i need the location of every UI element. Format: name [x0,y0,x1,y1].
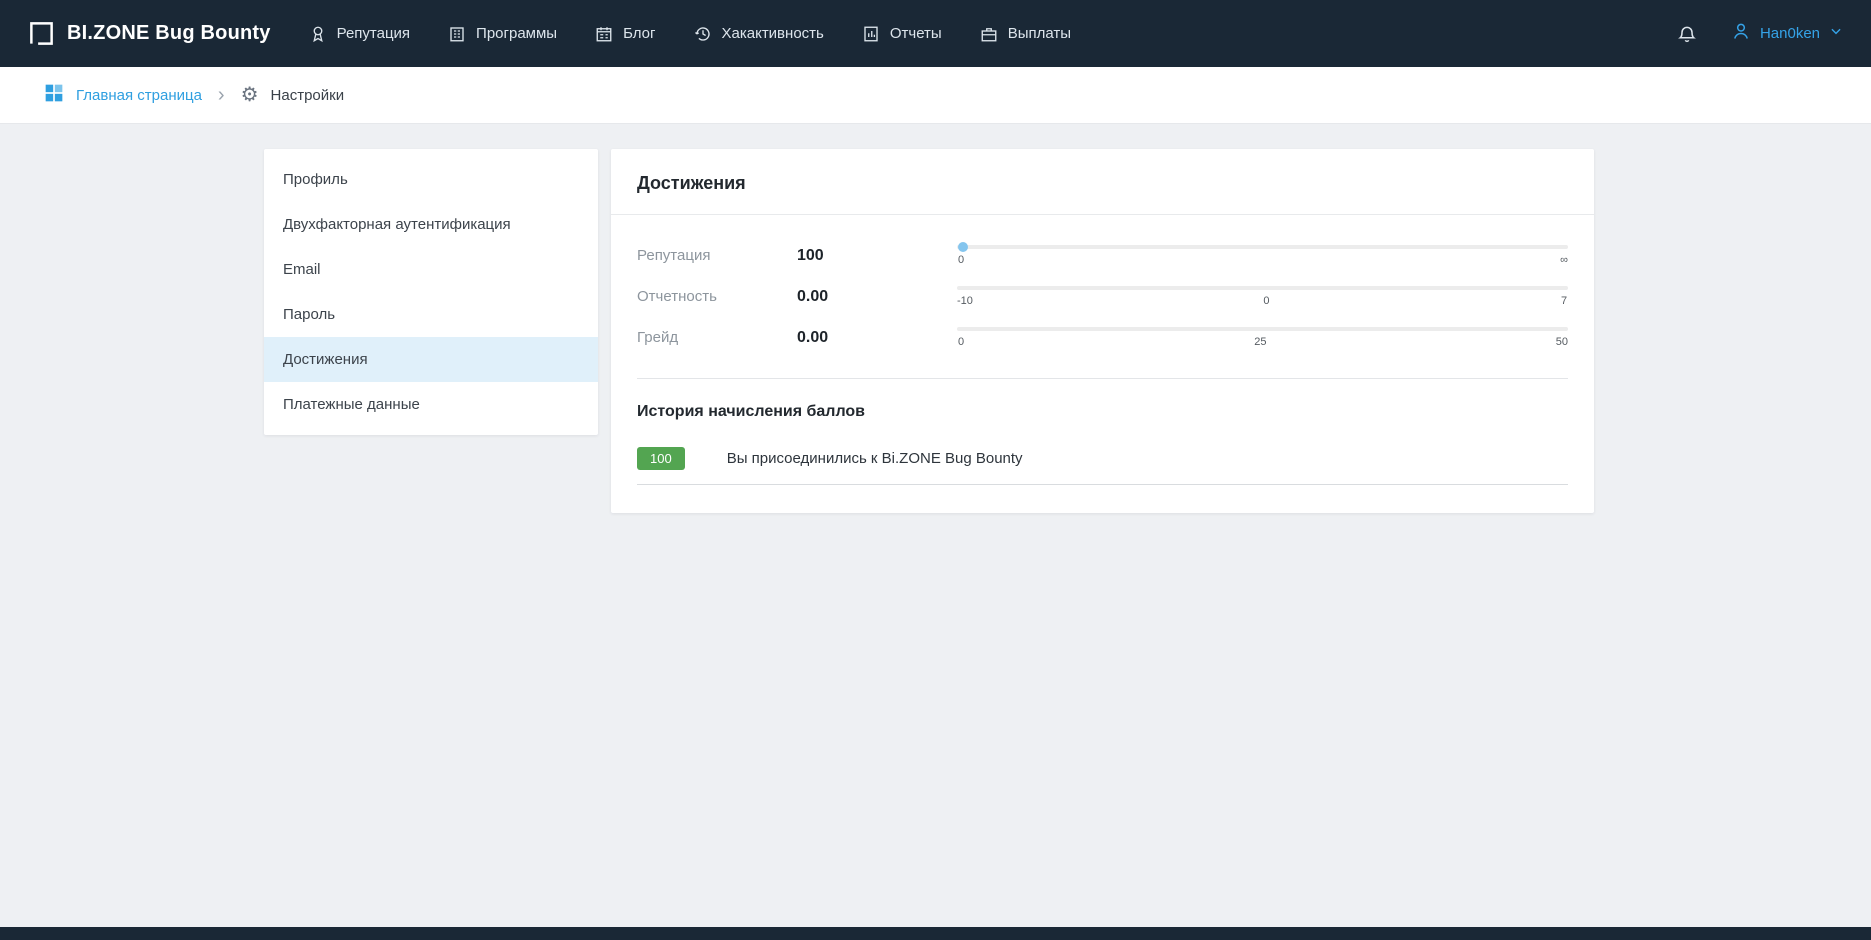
metric-value: 0.00 [797,329,917,347]
username: Han0ken [1760,25,1820,42]
top-nav: BI.ZONE Bug Bounty Репутация Программы [0,0,1871,67]
metric-label: Грейд [637,329,797,346]
main-nav: Репутация Программы Блог [309,25,1071,43]
blog-icon [595,25,613,43]
notifications-bell-icon[interactable] [1677,24,1697,44]
nav-label: Хакактивность [722,25,824,42]
history-entry-text: Вы присоединились к Bi.ZONE Bug Bounty [727,450,1023,467]
scale-max: ∞ [1560,254,1568,266]
breadcrumb-current: ⚙ Настройки [241,85,345,105]
logo[interactable]: BI.ZONE Bug Bounty [28,20,271,47]
breadcrumb-home[interactable]: Главная страница [44,83,202,108]
nav-hackactivity[interactable]: Хакактивность [694,25,824,43]
scale-min: -10 [957,295,973,307]
metric-row-reporting: Отчетность 0.00 -10 0 7 [637,286,1568,307]
payouts-icon [980,25,998,43]
grade-slider: 0 25 50 [917,327,1568,348]
breadcrumb: Главная страница › ⚙ Настройки [0,67,1871,124]
scale-max: 7 [1560,295,1568,307]
history-section: История начисления баллов 100 Вы присоед… [611,379,1594,485]
sidebar-item-password[interactable]: Пароль [264,292,598,337]
home-grid-icon [44,83,64,108]
slider-scale: 0 25 50 [957,336,1568,348]
sidebar-item-email[interactable]: Email [264,247,598,292]
slider-track [957,286,1568,290]
nav-blog[interactable]: Блог [595,25,655,43]
metric-value: 100 [797,247,917,265]
nav-label: Репутация [337,25,410,42]
scale-max: 50 [1556,336,1568,348]
programs-icon [448,25,466,43]
logo-text: BI.ZONE Bug Bounty [67,22,271,45]
scale-min: 0 [957,336,965,348]
breadcrumb-home-label: Главная страница [76,87,202,104]
user-icon [1731,21,1751,46]
main-content: Профиль Двухфакторная аутентификация Ema… [264,149,1871,513]
slider-scale: -10 0 7 [957,295,1568,307]
panel-title: Достижения [611,149,1594,214]
sidebar-item-achievements[interactable]: Достижения [264,337,598,382]
reputation-icon [309,25,327,43]
gear-icon: ⚙ [241,85,259,105]
metrics-section: Репутация 100 0 ∞ Отчетность 0.00 [611,215,1594,374]
reputation-slider: 0 ∞ [917,245,1568,266]
history-row: 100 Вы присоединились к Bi.ZONE Bug Boun… [637,447,1568,485]
reports-icon [862,25,880,43]
settings-sidebar: Профиль Двухфакторная аутентификация Ema… [264,149,598,435]
metric-label: Репутация [637,247,797,264]
bizone-logo-icon [28,20,55,47]
scale-min: 0 [957,254,965,266]
nav-label: Отчеты [890,25,942,42]
chevron-down-icon [1829,24,1843,43]
metric-row-grade: Грейд 0.00 0 25 50 [637,327,1568,348]
nav-label: Программы [476,25,557,42]
achievements-panel: Достижения Репутация 100 0 ∞ О [611,149,1594,513]
hackactivity-icon [694,25,712,43]
nav-programs[interactable]: Программы [448,25,557,43]
nav-label: Выплаты [1008,25,1071,42]
reporting-slider: -10 0 7 [917,286,1568,307]
history-title: История начисления баллов [637,403,1568,421]
slider-marker [958,242,968,252]
points-badge: 100 [637,447,685,470]
slider-track [957,245,1568,249]
nav-right: Han0ken [1677,21,1843,46]
scale-mid [1259,254,1267,266]
sidebar-item-profile[interactable]: Профиль [264,157,598,202]
scale-mid: 0 [1262,295,1270,307]
metric-label: Отчетность [637,288,797,305]
sidebar-item-2fa[interactable]: Двухфакторная аутентификация [264,202,598,247]
metric-value: 0.00 [797,288,917,306]
breadcrumb-current-label: Настройки [271,87,345,104]
nav-reputation[interactable]: Репутация [309,25,410,43]
footer-bar [0,927,1871,940]
metric-row-reputation: Репутация 100 0 ∞ [637,245,1568,266]
nav-payouts[interactable]: Выплаты [980,25,1071,43]
nav-label: Блог [623,25,655,42]
sidebar-item-payment-details[interactable]: Платежные данные [264,382,598,427]
scale-mid: 25 [1254,336,1266,348]
chevron-right-icon: › [218,85,225,105]
nav-reports[interactable]: Отчеты [862,25,942,43]
slider-track [957,327,1568,331]
user-menu[interactable]: Han0ken [1731,21,1843,46]
slider-scale: 0 ∞ [957,254,1568,266]
